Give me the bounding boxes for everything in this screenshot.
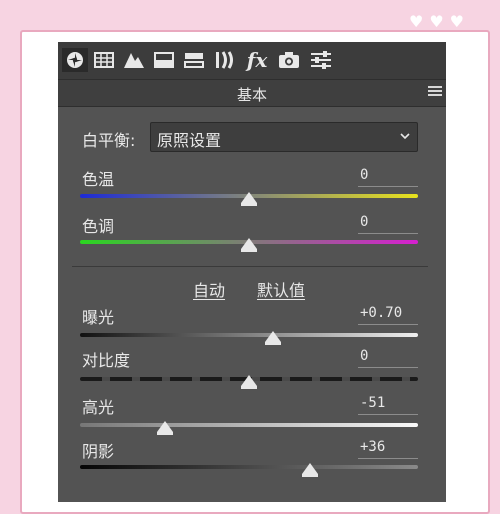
value-underline [358, 414, 418, 415]
highlights-slider-thumb[interactable] [156, 421, 173, 435]
value-underline [358, 186, 418, 187]
value-underline [358, 324, 418, 325]
tint-label: 色调 [82, 217, 115, 236]
highlights-value[interactable]: -51 [360, 395, 420, 411]
heart-icon: ♥ [429, 12, 444, 31]
camera-raw-panel: fx 基本 [58, 42, 446, 502]
aperture-icon[interactable] [62, 48, 88, 72]
panel-title: 基本 [236, 86, 267, 104]
contrast-label: 对比度 [82, 351, 131, 370]
split-tone-icon[interactable] [152, 48, 176, 72]
panel-header: 基本 [58, 79, 446, 107]
fx-icon[interactable]: fx [244, 48, 270, 72]
value-underline [358, 458, 418, 459]
heart-icon: ♥ [408, 12, 424, 31]
panel-menu-icon[interactable] [428, 86, 442, 100]
temperature-slider-thumb[interactable] [241, 192, 257, 206]
lens-icon[interactable] [212, 48, 238, 72]
grid-icon[interactable] [92, 48, 116, 72]
shadows-slider-track[interactable] [80, 465, 418, 469]
exposure-value[interactable]: +0.70 [360, 305, 420, 321]
value-underline [358, 233, 418, 234]
chevron-down-icon [399, 128, 411, 147]
value-underline [358, 367, 418, 368]
sliders-icon[interactable] [308, 48, 334, 72]
shadows-label: 阴影 [82, 442, 115, 461]
exposure-label: 曝光 [82, 308, 115, 327]
white-balance-label: 白平衡: [82, 131, 136, 150]
tint-slider-thumb[interactable] [241, 238, 257, 252]
heart-icon: ♥ [449, 12, 464, 31]
mountains-icon[interactable] [122, 48, 146, 72]
exposure-slider-thumb[interactable] [264, 331, 281, 345]
temperature-label: 色温 [82, 170, 115, 189]
hearts-decoration: ♥ ♥ ♥ [409, 14, 464, 30]
tint-value[interactable]: 0 [360, 214, 420, 230]
contrast-value[interactable]: 0 [360, 348, 420, 364]
hsl-icon[interactable] [182, 48, 206, 72]
highlights-label: 高光 [82, 398, 115, 417]
highlights-slider-track[interactable] [80, 423, 418, 427]
default-button[interactable]: 默认值 [257, 277, 305, 301]
white-balance-select[interactable]: 原照设置 [150, 122, 418, 152]
exposure-slider-track[interactable] [80, 333, 418, 337]
white-balance-value: 原照设置 [157, 131, 222, 150]
contrast-slider-thumb[interactable] [241, 375, 257, 389]
shadows-value[interactable]: +36 [360, 439, 420, 455]
shadows-slider-thumb[interactable] [301, 463, 318, 477]
camera-icon[interactable] [276, 48, 302, 72]
temperature-value[interactable]: 0 [360, 167, 420, 183]
panel-toolbar: fx [58, 42, 446, 79]
auto-button[interactable]: 自动 [193, 277, 225, 301]
divider [72, 266, 428, 267]
